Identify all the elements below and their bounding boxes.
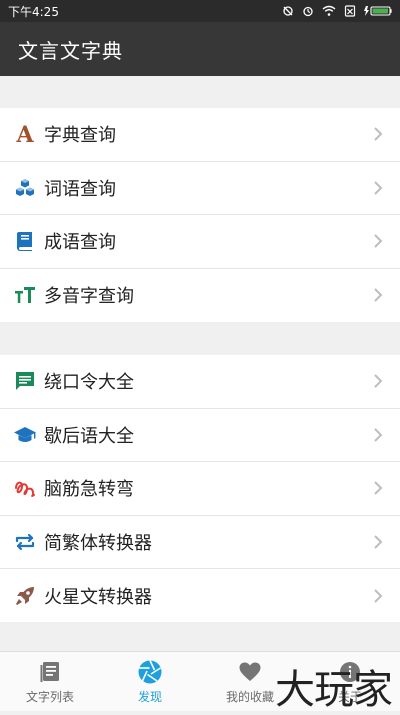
swap-icon	[12, 529, 38, 555]
tab-label: 我的收藏	[225, 689, 274, 704]
status-bar: 下午4:25	[0, 0, 400, 22]
menu-item-riddles[interactable]: 脑筋急转弯	[0, 462, 400, 516]
letter-a-icon: A	[12, 121, 38, 147]
tab-discover[interactable]: 发现	[100, 652, 200, 711]
rocket-icon	[12, 583, 38, 609]
app-bar: 文言文字典	[0, 22, 400, 76]
menu-item-xiehouyu[interactable]: 歇后语大全	[0, 409, 400, 462]
tools-group-1: A 字典查询 词语查询 成语查询 多音字查询	[0, 108, 400, 322]
svg-text:A: A	[15, 122, 34, 146]
menu-item-polyphonic[interactable]: 多音字查询	[0, 269, 400, 323]
menu-item-idioms[interactable]: 成语查询	[0, 215, 400, 269]
heart-icon	[237, 659, 263, 685]
menu-item-dictionary[interactable]: A 字典查询	[0, 108, 400, 162]
menu-item-label: 歇后语大全	[44, 425, 134, 447]
menu-item-label: 多音字查询	[44, 286, 134, 308]
menu-item-label: 字典查询	[44, 125, 116, 147]
chevron-right-icon	[368, 287, 388, 303]
chevron-right-icon	[368, 233, 388, 249]
text-height-icon	[12, 282, 38, 308]
chevron-right-icon	[368, 180, 388, 196]
menu-item-words[interactable]: 词语查询	[0, 162, 400, 215]
chevron-right-icon	[368, 534, 388, 550]
menu-item-label: 绕口令大全	[44, 372, 134, 394]
watermark-logo: 大玩家	[275, 667, 393, 713]
menu-item-martian-text[interactable]: 火星文转换器	[0, 569, 400, 623]
menu-item-simplified-traditional[interactable]: 简繁体转换器	[0, 516, 400, 569]
message-icon	[12, 368, 38, 394]
aperture-icon	[137, 659, 163, 685]
menu-item-label: 成语查询	[44, 232, 116, 254]
chevron-right-icon	[368, 427, 388, 443]
chevron-right-icon	[368, 126, 388, 142]
chevron-right-icon	[368, 373, 388, 389]
chevron-right-icon	[368, 588, 388, 604]
book-icon	[12, 228, 38, 254]
menu-item-label: 脑筋急转弯	[44, 479, 134, 501]
page-title: 文言文字典	[18, 38, 123, 63]
battery-charging-icon	[364, 5, 392, 17]
chevron-right-icon	[368, 480, 388, 496]
graduation-cap-icon	[12, 422, 38, 448]
menu-item-label: 词语查询	[44, 178, 116, 200]
tab-label: 发现	[137, 689, 162, 704]
tab-label: 文字列表	[25, 689, 74, 704]
menu-item-label: 简繁体转换器	[44, 532, 152, 554]
squiggle-icon	[12, 475, 38, 501]
menu-item-label: 火星文转换器	[44, 586, 152, 608]
alarm-icon	[302, 5, 314, 17]
status-icons	[282, 5, 392, 17]
tools-group-2: 绕口令大全 歇后语大全 脑筋急转弯 简繁体转换器 火星文转换器	[0, 355, 400, 622]
no-sim-icon	[344, 5, 356, 17]
wifi-icon	[322, 5, 336, 17]
list-icon	[37, 659, 63, 685]
discover-content: A 字典查询 词语查询 成语查询 多音字查询 绕口令大全 歇后语大全 脑筋急转弯…	[0, 76, 400, 651]
status-time: 下午4:25	[8, 4, 59, 19]
mute-icon	[282, 5, 294, 17]
cubes-icon	[12, 175, 38, 201]
menu-item-tongue-twisters[interactable]: 绕口令大全	[0, 355, 400, 409]
tab-word-list[interactable]: 文字列表	[0, 652, 100, 711]
